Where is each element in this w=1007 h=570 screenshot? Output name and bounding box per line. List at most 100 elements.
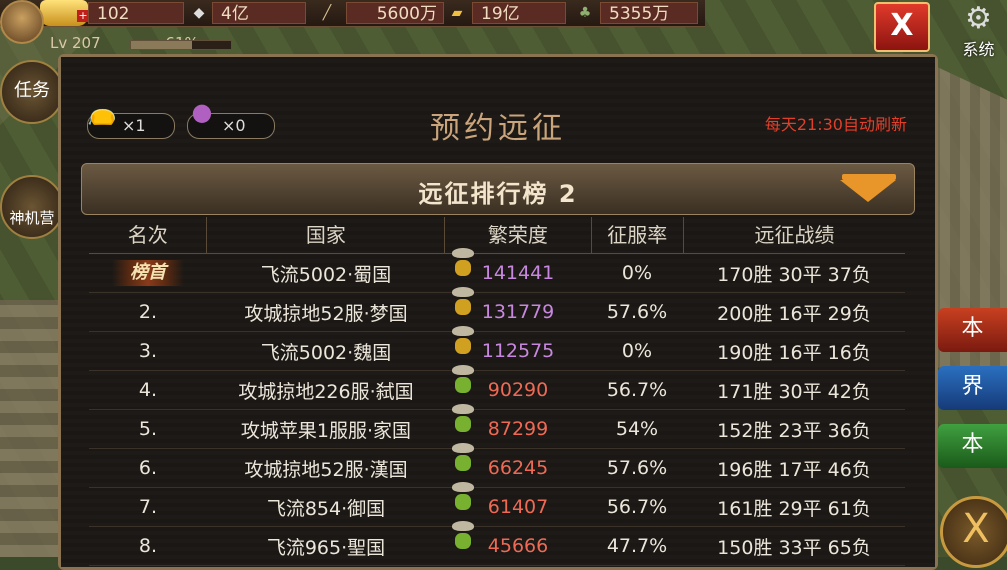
task-button[interactable]: 任务: [0, 60, 64, 124]
prosperity-value: 66245: [487, 457, 549, 479]
col-country: 国家: [207, 217, 446, 253]
silver-value: 4亿: [221, 4, 249, 24]
right-tab-3-label: 本: [961, 432, 984, 457]
rank-number: 5.: [138, 418, 158, 440]
table-row[interactable]: 4. 攻城掠地226服·弑国 90290 56.7% 171胜 30平 42负: [89, 365, 905, 410]
gold-bar-counter: 19亿: [472, 2, 566, 24]
row-prosperity: 90290: [445, 365, 591, 401]
prosperity-ingot-icon: [451, 443, 475, 473]
col-rank: 名次: [89, 217, 208, 253]
row-record: 150胜 33平 65负: [717, 536, 871, 559]
row-country: 攻城苹果1服服·家国: [240, 419, 412, 442]
row-conquest-rate: 47.7%: [606, 535, 668, 557]
prosperity-value: 141441: [481, 262, 555, 284]
row-country: 攻城掠地226服·弑国: [238, 380, 414, 403]
task-label: 任务: [14, 80, 50, 101]
gold-bar-value: 19亿: [481, 4, 520, 24]
prosperity-value: 90290: [487, 379, 549, 401]
prosperity-ingot-icon: [451, 326, 475, 356]
crossed-swords-icon: X: [962, 506, 990, 552]
food-counter: 5355万: [600, 2, 698, 24]
food-value: 5355万: [609, 4, 670, 24]
row-prosperity: 87299: [445, 404, 591, 440]
row-rank: 4.: [89, 379, 207, 401]
table-row[interactable]: 2. 攻城掠地52服·梦国 131779 57.6% 200胜 16平 29负: [89, 287, 905, 332]
right-tab-2[interactable]: 界: [938, 366, 1007, 410]
rank-number: 2.: [138, 301, 158, 323]
right-tab-3[interactable]: 本: [938, 424, 1007, 468]
row-country: 飞流854·御国: [266, 497, 386, 520]
shenji-button[interactable]: 神机营: [0, 175, 64, 239]
prosperity-value: 112575: [481, 340, 555, 362]
table-row[interactable]: 5. 攻城苹果1服服·家国 87299 54% 152胜 23平 36负: [89, 404, 905, 449]
wood-icon: ╱: [322, 5, 332, 21]
row-rank: 6.: [89, 457, 207, 479]
ranking-table: 名次 国家 繁荣度 征服率 远征战绩 榜首 飞流5002·蜀国 141441 0% 17…: [89, 217, 905, 566]
row-conquest-rate: 54%: [615, 418, 659, 440]
food-icon: ♣: [578, 5, 592, 21]
expedition-panel: 👝 ×1 ● ×0 预约远征 每天21:30自动刷新 远征排行榜 2 名次 国家…: [58, 54, 938, 570]
city-wall-left: [0, 300, 60, 557]
prosperity-ingot-icon: [451, 365, 475, 395]
table-row[interactable]: 6. 攻城掠地52服·漢国 66245 57.6% 196胜 17平 46负: [89, 443, 905, 488]
chevron-down-icon: [840, 180, 896, 202]
gold-bar-icon: ▰: [451, 5, 463, 21]
row-record: 152胜 23平 36负: [717, 419, 871, 442]
prosperity-ingot-icon: [451, 482, 475, 512]
system-button[interactable]: ⚙ 系统: [950, 2, 1007, 62]
row-record: 170胜 30平 37负: [717, 263, 871, 286]
table-row[interactable]: 榜首 飞流5002·蜀国 141441 0% 170胜 30平 37负: [89, 248, 905, 293]
row-rank: 7.: [89, 496, 207, 518]
silver-counter: 4亿: [212, 2, 306, 24]
close-button[interactable]: X: [874, 2, 930, 52]
row-country: 攻城掠地52服·漢国: [244, 458, 408, 481]
table-row[interactable]: 7. 飞流854·御国 61407 56.7% 161胜 29平 61负: [89, 482, 905, 527]
row-conquest-rate: 56.7%: [606, 379, 668, 401]
prosperity-ingot-icon: [451, 248, 475, 278]
row-prosperity: 141441: [445, 248, 591, 284]
rank-number: 8.: [138, 535, 158, 557]
ranking-title: 远征排行榜 2: [418, 180, 578, 208]
prosperity-value: 87299: [487, 418, 549, 440]
col-conquest-rate: 征服率: [592, 217, 685, 253]
gear-icon: ⚙: [965, 1, 992, 36]
ranking-header: 远征排行榜 2: [81, 163, 915, 215]
row-conquest-rate: 57.6%: [606, 457, 668, 479]
gold-counter: 102: [88, 2, 184, 24]
row-rank: 榜首: [89, 260, 207, 286]
row-record: 171胜 30平 42负: [717, 380, 871, 403]
row-record: 196胜 17平 46负: [717, 458, 871, 481]
row-conquest-rate: 57.6%: [606, 301, 668, 323]
table-row[interactable]: 8. 飞流965·聖国 45666 47.7% 150胜 33平 65负: [89, 521, 905, 566]
row-country: 飞流5002·魏国: [260, 341, 392, 364]
top-rank-badge: 榜首: [112, 260, 184, 286]
player-avatar[interactable]: [0, 0, 44, 44]
ranking-dropdown-button[interactable]: [840, 170, 898, 208]
row-conquest-rate: 0%: [621, 340, 653, 362]
prosperity-ingot-icon: [451, 287, 475, 317]
row-rank: 5.: [89, 418, 207, 440]
close-icon: X: [890, 8, 914, 43]
rank-number: 7.: [138, 496, 158, 518]
row-prosperity: 131779: [445, 287, 591, 323]
table-row[interactable]: 3. 飞流5002·魏国 112575 0% 190胜 16平 16负: [89, 326, 905, 371]
dropdown-bar: [842, 174, 896, 180]
table-header: 名次 国家 繁荣度 征服率 远征战绩: [89, 217, 905, 254]
refresh-note: 每天21:30自动刷新: [764, 115, 907, 134]
wood-value: 5600万: [376, 4, 437, 24]
shenji-label: 神机营: [9, 209, 55, 227]
row-country: 飞流5002·蜀国: [260, 263, 392, 286]
rank-number: 4.: [138, 379, 158, 401]
silver-ingot-icon: ◆: [193, 5, 205, 21]
level-progress-bar: [130, 40, 232, 50]
right-tab-1-label: 本: [961, 316, 984, 341]
prosperity-ingot-icon: [451, 404, 475, 434]
right-tab-1[interactable]: 本: [938, 308, 1007, 352]
col-record: 远征战绩: [754, 223, 835, 247]
corner-close-button[interactable]: X: [940, 496, 1007, 568]
row-prosperity: 112575: [445, 326, 591, 362]
row-rank: 2.: [89, 301, 207, 323]
row-prosperity: 61407: [445, 482, 591, 518]
row-prosperity: 66245: [445, 443, 591, 479]
row-country: 飞流965·聖国: [266, 536, 386, 559]
